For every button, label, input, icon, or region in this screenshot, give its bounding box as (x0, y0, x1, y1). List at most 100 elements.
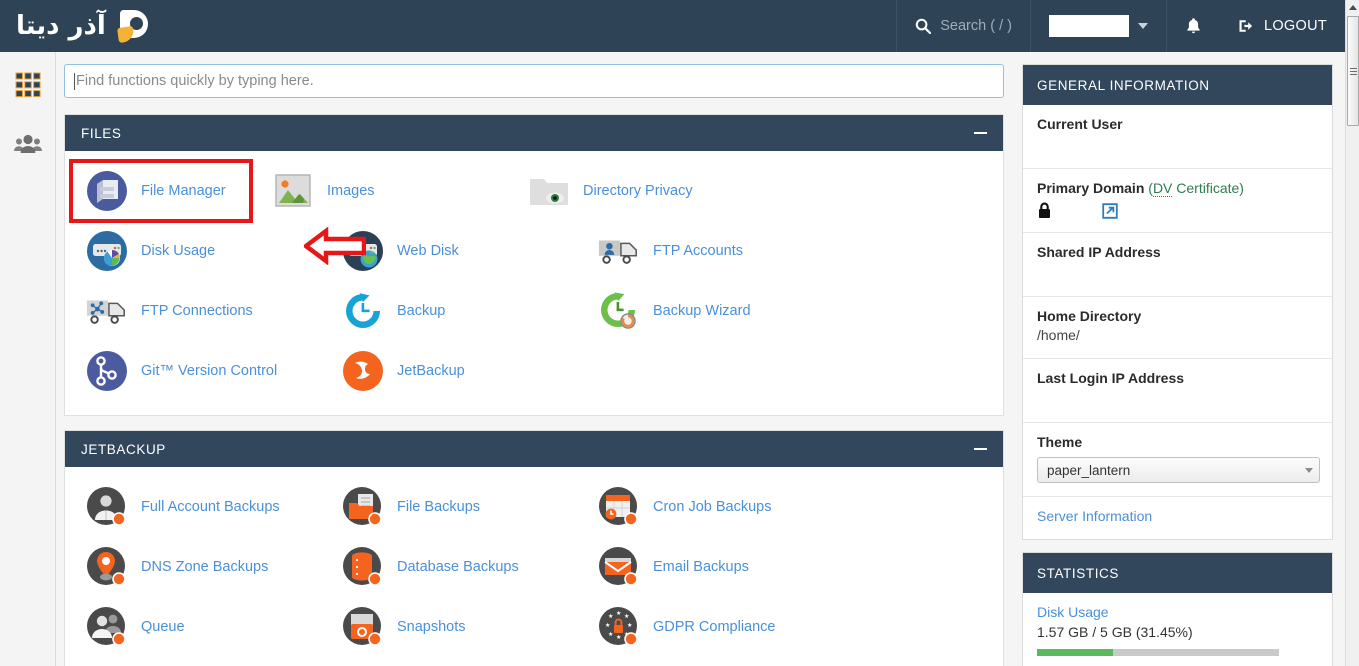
stat-disk-usage: Disk Usage 1.57 GB / 5 GB (31.45%) (1023, 593, 1332, 666)
row-last-login-ip-address: Last Login IP Address (1023, 359, 1332, 423)
sidebar-item-apps-grid[interactable] (11, 68, 45, 102)
people-icon (13, 133, 43, 157)
tile-jetbackup[interactable]: JetBackup (327, 341, 577, 401)
cron-job-backups-icon (597, 485, 641, 529)
tile-disk-usage[interactable]: Disk Usage (71, 221, 321, 281)
row-value (1037, 263, 1318, 283)
tile-database-backups[interactable]: Database Backups (327, 537, 577, 597)
snapshots-icon (341, 605, 385, 649)
dv-certificate-link[interactable]: (DV Certificate) (1148, 180, 1244, 197)
tile-backup[interactable]: Backup (327, 281, 577, 341)
brand-logo[interactable]: آذر دیتا (0, 0, 154, 52)
backup-wizard-icon (597, 289, 641, 333)
panel-jetbackup-title: JETBACKUP (81, 441, 166, 457)
tile-gdpr-compliance[interactable]: ★★★ ★★ ★★★ GDPR Compliance (583, 597, 833, 657)
scroll-up-arrow-icon[interactable] (1346, 0, 1359, 14)
row-label: Home Directory (1037, 308, 1142, 324)
disk-usage-icon (85, 229, 129, 273)
username-value (1048, 15, 1129, 37)
header-search[interactable]: Search ( / ) (896, 0, 1030, 52)
tile-queue[interactable]: Queue (71, 597, 321, 657)
svg-text:★: ★ (605, 622, 610, 629)
panel-files-body: File Manager Images Directory Privacy Di… (65, 151, 1003, 415)
scrollbar-thumb[interactable] (1347, 16, 1359, 126)
bell-icon (1185, 17, 1202, 35)
header-search-label: Search ( / ) (940, 18, 1012, 34)
tile-snapshots[interactable]: Snapshots (327, 597, 577, 657)
tile-git-version-control[interactable]: Git™ Version Control (71, 341, 321, 401)
row-server-information: Server Information (1023, 497, 1332, 539)
general-information-title: GENERAL INFORMATION (1023, 65, 1332, 105)
tile-ftp-accounts[interactable]: FTP Accounts (583, 221, 833, 281)
tile-label: FTP Accounts (653, 243, 743, 259)
tile-label: Backup Wizard (653, 303, 751, 319)
disk-usage-progress-fill (1037, 649, 1114, 656)
minus-icon[interactable] (974, 132, 987, 134)
tile-file-backups[interactable]: File Backups (327, 477, 577, 537)
svg-text:★: ★ (616, 610, 621, 617)
row-label: Current User (1037, 116, 1123, 132)
tile-cron-job-backups[interactable]: Cron Job Backups (583, 477, 833, 537)
left-sidebar-rail (0, 52, 56, 666)
theme-label: Theme (1037, 434, 1083, 450)
svg-text:★: ★ (608, 613, 613, 620)
tile-label: FTP Connections (141, 303, 253, 319)
tile-full-account-backups[interactable]: Full Account Backups (71, 477, 321, 537)
directory-privacy-icon (527, 169, 571, 213)
text-cursor (74, 72, 75, 90)
tile-label: JetBackup (397, 363, 465, 379)
external-link-icon[interactable] (1102, 202, 1118, 219)
tile-web-disk[interactable]: Web Disk (327, 221, 577, 281)
svg-text:★: ★ (608, 631, 613, 638)
disk-usage-link[interactable]: Disk Usage (1037, 604, 1318, 620)
function-search-input[interactable]: Find functions quickly by typing here. (64, 64, 1004, 98)
row-shared-ip-address: Shared IP Address (1023, 233, 1332, 297)
lock-icon[interactable] (1037, 202, 1052, 219)
tile-file-manager[interactable]: File Manager (69, 159, 253, 223)
user-menu[interactable] (1029, 0, 1166, 52)
backup-icon (341, 289, 385, 333)
svg-text:★: ★ (627, 622, 632, 629)
full-account-backups-icon (85, 485, 129, 529)
row-primary-domain: Primary Domain (DV Certificate) (1023, 169, 1332, 233)
minus-icon[interactable] (974, 448, 987, 450)
domain-icon-group (1037, 202, 1318, 219)
statistics-title: STATISTICS (1023, 553, 1332, 593)
panel-jetbackup-header: JETBACKUP (65, 431, 1003, 467)
tile-label: File Backups (397, 499, 481, 515)
tile-label: GDPR Compliance (653, 619, 776, 635)
row-home-directory: Home Directory /home/ (1023, 297, 1332, 359)
tile-label: Web Disk (397, 243, 459, 259)
logout-button[interactable]: LOGOUT (1220, 0, 1345, 52)
gdpr-compliance-icon: ★★★ ★★ ★★★ (597, 605, 641, 649)
tile-images[interactable]: Images (257, 161, 507, 221)
right-sidebar: GENERAL INFORMATION Current User Primary… (1018, 52, 1345, 666)
tile-label: File Manager (141, 183, 226, 199)
tile-label: Snapshots (397, 619, 466, 635)
images-icon (271, 169, 315, 213)
primary-domain-label: Primary Domain (1037, 180, 1145, 196)
tile-email-backups[interactable]: Email Backups (583, 537, 833, 597)
sidebar-item-user-manager[interactable] (11, 128, 45, 162)
row-value (1037, 135, 1318, 155)
tile-backup-wizard[interactable]: Backup Wizard (583, 281, 833, 341)
tile-label: Email Backups (653, 559, 749, 575)
scrollbar-grip-icon (1349, 66, 1357, 77)
tile-partial-cut-off[interactable] (71, 657, 321, 666)
tile-label: Backup (397, 303, 446, 319)
page-scrollbar[interactable] (1345, 0, 1359, 666)
notifications-button[interactable] (1165, 0, 1220, 52)
dns-zone-backups-icon (85, 545, 129, 589)
tile-dns-zone-backups[interactable]: DNS Zone Backups (71, 537, 321, 597)
function-search-placeholder: Find functions quickly by typing here. (76, 73, 314, 89)
server-information-link[interactable]: Server Information (1037, 508, 1152, 524)
panel-files-header: FILES (65, 115, 1003, 151)
file-backups-icon (341, 485, 385, 529)
theme-select[interactable]: paper_lantern (1037, 457, 1320, 483)
tile-label: Disk Usage (141, 243, 216, 259)
row-label: Primary Domain (DV Certificate) (1037, 180, 1318, 197)
tile-directory-privacy[interactable]: Directory Privacy (513, 161, 763, 221)
tile-label: Git™ Version Control (141, 363, 278, 379)
tile-ftp-connections[interactable]: FTP Connections (71, 281, 321, 341)
tile-label: Queue (141, 619, 185, 635)
